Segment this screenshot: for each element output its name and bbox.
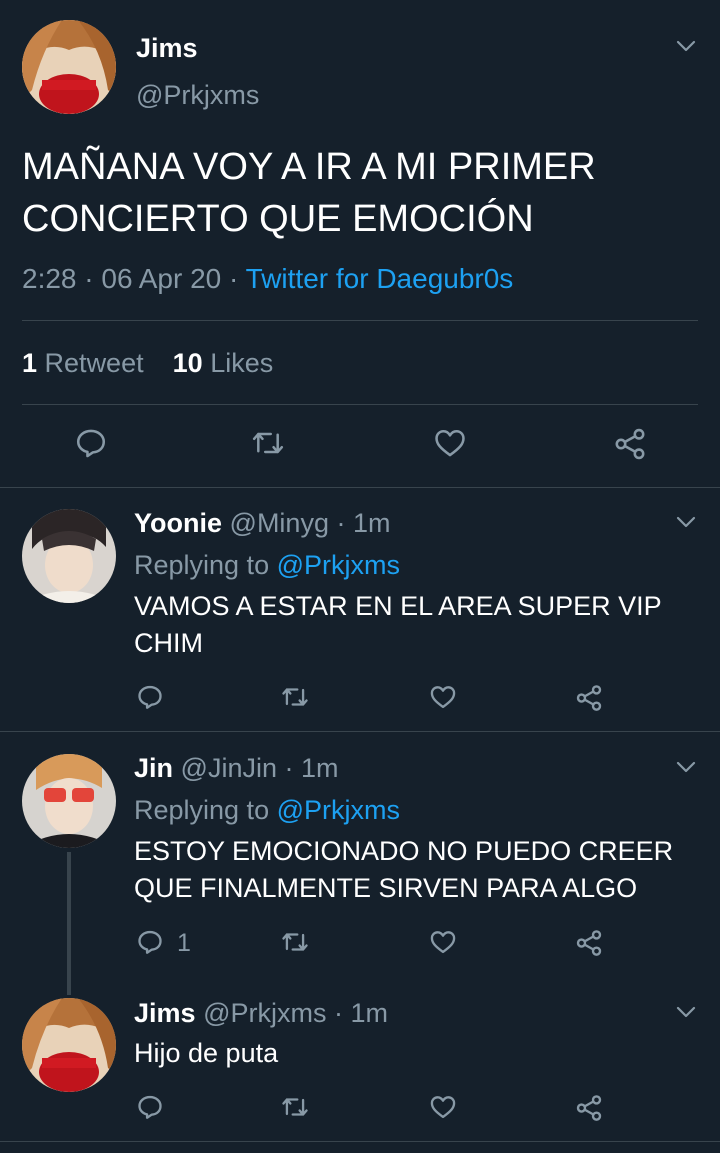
replying-to: Replying to @Prkjxms [134,550,400,581]
reply-header: Yoonie @Minyg · 1m [134,508,390,539]
like-icon[interactable] [428,1093,458,1121]
avatar[interactable] [22,754,116,848]
divider [0,487,720,488]
reply-text-line-2: QUE FINALMENTE SIRVEN PARA ALGO [134,873,638,903]
likes-stat[interactable]: 10 Likes [173,348,274,378]
thread-line [67,852,71,995]
chevron-down-icon[interactable] [674,755,698,779]
reply-icon[interactable] [136,928,164,956]
reply-text-line-1: ESTOY EMOCIONADO NO PUEDO CREER [134,836,674,866]
author-name[interactable]: Jin [134,753,173,783]
like-icon[interactable] [428,928,458,956]
divider [0,731,720,732]
reply-icon[interactable] [136,683,164,711]
author-handle-time[interactable]: @Prkjxms · 1m [203,998,388,1028]
divider [22,320,698,321]
retweet-icon[interactable] [280,683,310,711]
reply-header: Jin @JinJin · 1m [134,753,338,784]
tweet-text-line-1: MAÑANA VOY A IR A MI PRIMER [22,146,596,188]
share-icon[interactable] [574,683,604,713]
author-name[interactable]: Jims [134,998,196,1028]
avatar[interactable] [22,998,116,1092]
author-handle-time[interactable]: @Minyg · 1m [230,508,391,538]
reply-icon[interactable] [136,1093,164,1121]
tweet-stats: 1 Retweet 10 Likes [22,348,273,379]
retweet-count: 1 [22,348,38,378]
replying-to: Replying to @Prkjxms [134,795,400,826]
like-icon[interactable] [428,683,458,711]
reply-icon[interactable] [74,426,108,460]
share-icon[interactable] [612,426,648,462]
replying-to-link[interactable]: @Prkjxms [277,795,400,825]
avatar[interactable] [22,20,116,114]
reply-text-line-1: Hijo de puta [134,1038,279,1068]
divider [22,404,698,405]
retweet-icon[interactable] [280,928,310,956]
reply-text-line-1: VAMOS A ESTAR EN EL AREA SUPER VIP [134,591,662,621]
share-icon[interactable] [574,1093,604,1123]
like-icon[interactable] [432,426,468,460]
author-name[interactable]: Jims [136,33,198,64]
like-count: 10 [172,348,203,378]
replying-to-link[interactable]: @Prkjxms [277,550,400,580]
avatar[interactable] [22,509,116,603]
retweet-icon[interactable] [250,426,286,460]
author-name[interactable]: Yoonie [134,508,222,538]
chevron-down-icon[interactable] [674,1000,698,1024]
retweet-icon[interactable] [280,1093,310,1121]
tweet-meta: 2:28 · 06 Apr 20 · Twitter for Daegubr0s [22,263,513,295]
share-icon[interactable] [574,928,604,958]
tweet-source-link[interactable]: Twitter for Daegubr0s [246,263,514,294]
retweets-stat[interactable]: 1 Retweet [22,348,151,378]
author-handle[interactable]: @Prkjxms [136,80,259,111]
tweet-text-line-2: CONCIERTO QUE EMOCIÓN [22,198,534,240]
tweet-timestamp: 2:28 · 06 Apr 20 · [22,263,246,294]
replying-label: Replying to [134,550,277,580]
reply-header: Jims @Prkjxms · 1m [134,998,388,1029]
replying-label: Replying to [134,795,277,825]
author-handle-time[interactable]: @JinJin · 1m [181,753,339,783]
retweet-label: Retweet [44,348,144,378]
divider [0,1141,720,1142]
chevron-down-icon[interactable] [674,510,698,534]
chevron-down-icon[interactable] [674,34,698,58]
reply-text-line-2: CHIM [134,628,203,658]
reply-count: 1 [177,929,191,957]
like-label: Likes [210,348,274,378]
